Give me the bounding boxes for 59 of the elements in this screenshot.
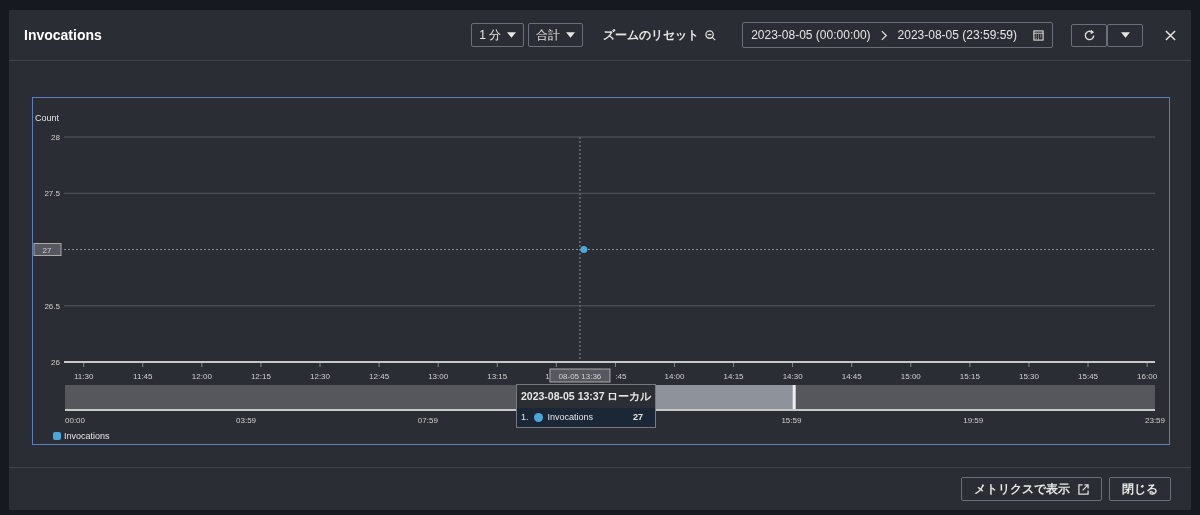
navigator-tick-label: 23:59 [1145, 416, 1165, 425]
x-tick-label: 15:00 [900, 372, 921, 381]
caret-icon [507, 32, 517, 38]
y-tick-label: 27.5 [44, 189, 60, 199]
navigator-tick-label: 15:59 [781, 416, 802, 425]
x-tick-label: 15:45 [1078, 372, 1099, 381]
x-tick-label: 14:15 [723, 372, 744, 381]
data-point [580, 246, 588, 253]
navigator-handle[interactable] [792, 385, 796, 409]
zoom-out-icon [705, 29, 717, 41]
crosshair-y-label: 27 [33, 243, 62, 256]
reset-zoom-button[interactable]: ズームのリセット [597, 25, 723, 45]
view-in-metrics-button[interactable]: メトリクスで表示 [961, 477, 1102, 501]
x-tick-label: 12:00 [191, 372, 212, 381]
x-tick-label: 15:15 [959, 372, 980, 381]
calendar-icon[interactable] [1033, 29, 1044, 41]
crosshair-x-label: 08-05 13:36 [549, 368, 611, 383]
x-tick-label: 11:45 [133, 372, 153, 381]
x-tick-label: 14:00 [664, 372, 685, 381]
external-link-icon [1078, 483, 1089, 495]
period-select[interactable]: 1 分 [471, 23, 525, 47]
chevron-right-icon [880, 29, 888, 41]
refresh-button[interactable] [1071, 23, 1107, 47]
statistic-select[interactable]: 合計 [528, 23, 584, 47]
x-tick-label: 15:30 [1018, 372, 1039, 381]
tooltip-title: 2023-08-05 13:37 ローカル [520, 389, 653, 404]
caret-icon [1120, 32, 1130, 38]
navigator-tick-label: 07:59 [417, 416, 438, 425]
date-range-field[interactable]: 2023-08-05 (00:00:00) 2023-08-05 (23:59:59) [742, 22, 1053, 48]
x-tick-label: 12:15 [250, 372, 271, 381]
x-tick-label: 11:30 [73, 372, 94, 381]
y-tick-label: 26.5 [44, 301, 60, 311]
refresh-icon [1082, 28, 1096, 42]
x-tick-label: 14:30 [782, 372, 803, 381]
series-value: 27 [633, 412, 643, 422]
x-tick-label: 16:00 [1137, 372, 1158, 381]
dropdown-button[interactable] [1107, 23, 1143, 47]
row-index: 1. [521, 412, 529, 422]
x-tick-label: 13:00 [428, 372, 449, 381]
close-icon[interactable] [1165, 29, 1176, 41]
legend-label[interactable]: Invocations [64, 431, 110, 441]
window-title: Invocations [24, 27, 102, 43]
x-tick-label: 12:30 [310, 372, 331, 381]
close-button[interactable]: 閉じる [1109, 477, 1171, 501]
end-date: 2023-08-05 (23:59:59) [897, 28, 1017, 42]
start-date: 2023-08-05 (00:00:00) [751, 28, 871, 42]
y-tick-label: 28 [51, 133, 60, 142]
y-tick-label: 26 [51, 358, 60, 367]
caret-icon [566, 32, 576, 38]
y-axis-label: Count [35, 113, 60, 123]
x-tick-label: 14:45 [841, 372, 862, 381]
x-tick-label: :45 [615, 372, 627, 381]
x-tick-label: 13:15 [487, 372, 508, 381]
navigator-tick-label: 19:59 [963, 416, 984, 425]
navigator-tick-label: 00:00 [65, 416, 86, 425]
x-tick-label: 1 [545, 372, 550, 381]
series-name: Invocations [547, 412, 595, 422]
navigator-tick-label: 03:59 [236, 416, 257, 425]
x-tick-label: 12:45 [369, 372, 390, 381]
